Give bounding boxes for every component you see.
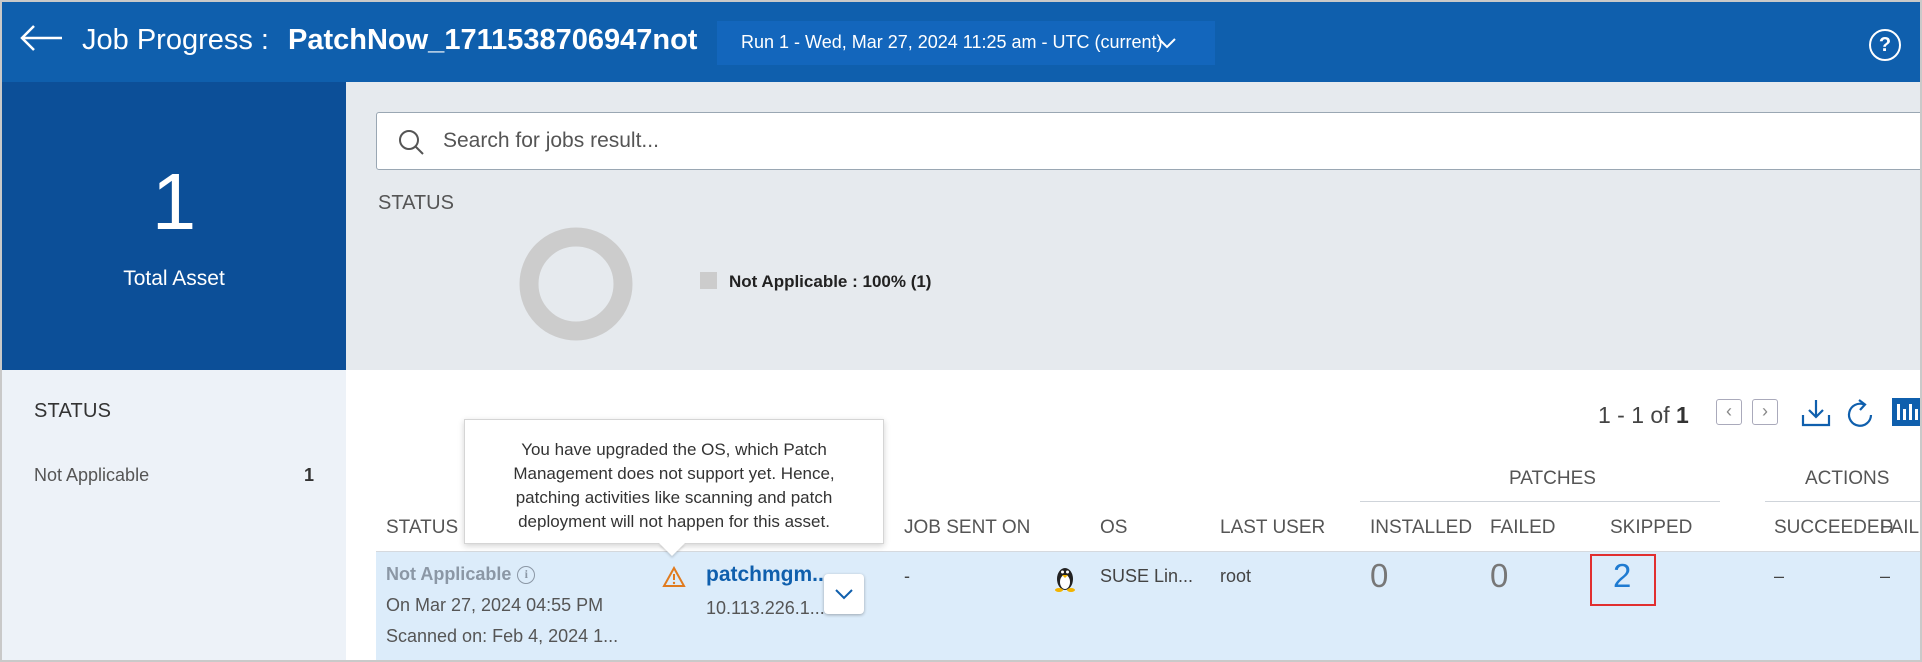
donut-slice-not-applicable: [519, 227, 633, 341]
status-overview-section: STATUS Not Applicable : 100% (1): [346, 82, 1920, 370]
pagination-total: 1: [1676, 402, 1689, 428]
page-header: Job Progress : PatchNow_1711538706947not…: [2, 2, 1920, 82]
job-progress-window: Job Progress : PatchNow_1711538706947not…: [0, 0, 1922, 662]
patches-group-divider: [1360, 501, 1720, 502]
column-settings-icon[interactable]: [1892, 398, 1920, 431]
search-input[interactable]: [443, 123, 1843, 159]
column-header-os[interactable]: OS: [1100, 517, 1127, 539]
column-header-succeeded[interactable]: SUCCEEDED: [1774, 517, 1893, 539]
total-asset-label: Total Asset: [123, 267, 225, 290]
total-asset-count: 1: [151, 157, 197, 246]
warning-icon[interactable]: [662, 565, 686, 593]
total-asset-card: 1 Total Asset: [2, 82, 346, 370]
row-failed-count: 0: [1490, 557, 1509, 594]
row-scanned-on: Scanned on: Feb 4, 2024 1...: [386, 626, 619, 646]
status-filter-title: STATUS: [34, 400, 112, 422]
legend-swatch: [700, 272, 717, 289]
row-asset-name[interactable]: patchmgm...: [706, 563, 830, 587]
search-icon: [397, 128, 425, 161]
row-status-date: On Mar 27, 2024 04:55 PM: [386, 595, 604, 615]
row-status: Not Applicable: [386, 564, 512, 584]
status-filter-panel: STATUS Not Applicable 1: [2, 370, 346, 660]
chevron-down-icon: [1157, 34, 1177, 55]
previous-page-button[interactable]: ‹: [1716, 399, 1742, 425]
actions-group-header: ACTIONS: [1805, 468, 1890, 489]
status-donut-chart: [519, 227, 633, 341]
job-name-title: PatchNow_1711538706947not: [288, 24, 698, 56]
legend-label: Not Applicable : 100% (1): [729, 272, 932, 291]
page-title-prefix: Job Progress :: [82, 24, 269, 56]
column-header-failed-actions[interactable]: FAILED: [1880, 517, 1920, 539]
row-installed-count: 0: [1370, 557, 1389, 594]
column-header-installed[interactable]: INSTALLED: [1370, 517, 1472, 539]
column-header-skipped[interactable]: SKIPPED: [1610, 517, 1692, 539]
column-header-job-sent-on[interactable]: JOB SENT ON: [904, 517, 1030, 539]
status-chart-title: STATUS: [378, 192, 454, 214]
asset-name-link[interactable]: patchmgm...: [706, 563, 830, 586]
table-row[interactable]: Not Applicable i On Mar 27, 2024 04:55 PM…: [376, 552, 1920, 660]
column-header-last-user[interactable]: LAST USER: [1220, 517, 1325, 539]
status-filter-item-label: Not Applicable: [34, 465, 150, 485]
unsupported-os-tooltip: You have upgraded the OS, which Patch Ma…: [464, 419, 884, 544]
info-icon[interactable]: i: [517, 566, 536, 584]
row-failed-actions: –: [1880, 566, 1891, 586]
refresh-icon[interactable]: [1846, 398, 1876, 435]
search-bar[interactable]: [376, 112, 1920, 170]
status-cell: Not Applicable i: [386, 564, 536, 585]
row-job-sent-on: -: [904, 566, 910, 586]
patches-group-header: PATCHES: [1509, 468, 1596, 489]
next-page-button[interactable]: ›: [1752, 399, 1778, 425]
row-last-user: root: [1220, 566, 1252, 586]
expand-row-button[interactable]: [824, 574, 864, 614]
run-selector-dropdown[interactable]: Run 1 - Wed, Mar 27, 2024 11:25 am - UTC…: [717, 21, 1215, 65]
row-asset-ip: 10.113.226.1...: [706, 598, 825, 618]
actions-group-divider: [1765, 501, 1920, 502]
linux-tux-icon: [1054, 564, 1076, 597]
column-header-failed[interactable]: FAILED: [1490, 517, 1555, 539]
pagination-summary: 1 - 1 of 1: [1598, 402, 1689, 429]
download-icon[interactable]: [1800, 398, 1832, 433]
row-succeeded: –: [1774, 566, 1785, 586]
back-arrow-icon[interactable]: [16, 18, 66, 58]
tooltip-arrow: [659, 543, 685, 556]
chart-legend-item: Not Applicable : 100% (1): [700, 272, 931, 292]
row-os: SUSE Lin...: [1100, 566, 1194, 586]
pagination-range: 1 - 1 of: [1598, 402, 1670, 428]
column-header-status[interactable]: STATUS: [386, 517, 458, 539]
help-icon[interactable]: ?: [1869, 29, 1901, 61]
chevron-down-icon: [835, 589, 853, 600]
run-selector-label: Run 1 - Wed, Mar 27, 2024 11:25 am - UTC…: [741, 32, 1163, 52]
status-filter-item-not-applicable[interactable]: Not Applicable 1: [34, 465, 314, 486]
status-filter-item-count: 1: [303, 465, 314, 485]
row-skipped-count-link[interactable]: 2: [1613, 557, 1631, 595]
